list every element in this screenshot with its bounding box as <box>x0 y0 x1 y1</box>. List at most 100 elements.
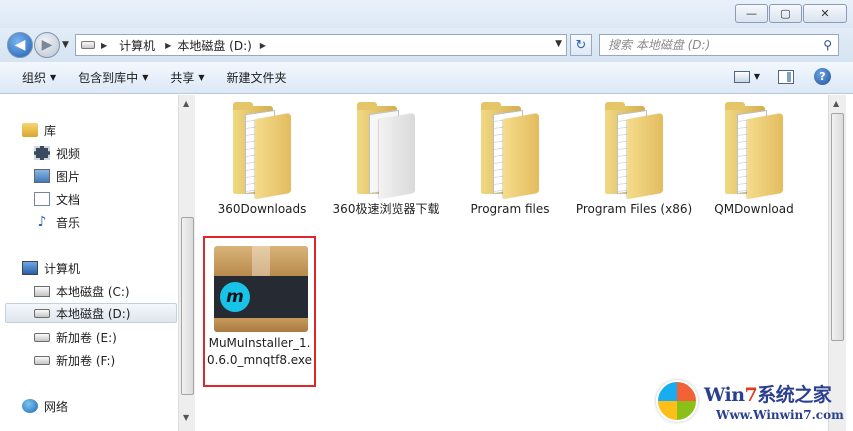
nav-label: 新加卷 (E:) <box>56 330 117 345</box>
folder-icon <box>357 102 415 200</box>
nav-label: 文档 <box>56 192 81 207</box>
breadcrumb-arrow-icon[interactable]: ▶ <box>260 41 266 50</box>
scroll-up-icon[interactable]: ▲ <box>183 99 189 108</box>
breadcrumb-label: 本地磁盘 (D:) <box>177 38 252 53</box>
folder-icon <box>233 102 291 200</box>
folder-icon <box>481 102 539 200</box>
search-box[interactable]: ⚲ <box>599 34 839 56</box>
folder-item[interactable]: Program Files (x86) <box>572 102 696 218</box>
folder-item[interactable]: 360极速浏览器下载 <box>326 102 446 218</box>
file-name: QMDownload <box>714 202 794 216</box>
folder-icon <box>725 102 783 200</box>
help-icon[interactable]: ? <box>814 68 831 85</box>
close-button[interactable]: ✕ <box>803 4 847 23</box>
nav-item-drive-f[interactable]: 新加卷 (F:) <box>34 350 115 370</box>
chevron-down-icon: ▼ <box>198 73 205 82</box>
preview-pane-icon[interactable] <box>778 69 794 84</box>
folder-item[interactable]: QMDownload <box>694 102 814 218</box>
nav-label: 计算机 <box>44 261 81 276</box>
drive-icon <box>81 41 95 49</box>
file-list-scrollbar-thumb[interactable] <box>831 113 844 341</box>
drive-icon <box>34 332 50 342</box>
file-name: 360Downloads <box>217 202 307 216</box>
view-controls: ▼ ? <box>733 68 831 85</box>
file-name: Program Files (x86) <box>575 202 693 216</box>
nav-item-computer[interactable]: 计算机 <box>22 258 80 278</box>
mumu-logo-icon: m <box>220 282 250 312</box>
site-watermark: Win7系统之家 Www.Winwin7.com <box>656 378 848 428</box>
breadcrumb-root[interactable]: ▶ <box>101 41 113 50</box>
folder-item[interactable]: 360Downloads <box>202 102 322 218</box>
nav-item-drive-c[interactable]: 本地磁盘 (C:) <box>34 281 130 301</box>
nav-item-music[interactable]: ♪ 音乐 <box>34 212 80 232</box>
nav-item-libraries[interactable]: 库 <box>22 120 56 140</box>
nav-item-drive-e[interactable]: 新加卷 (E:) <box>34 327 117 347</box>
search-icon[interactable]: ⚲ <box>823 38 832 52</box>
installer-package-icon: m <box>214 246 308 332</box>
file-name: MuMuInstaller_1.0.6.0_mnqtf8.exe <box>206 336 313 367</box>
nav-label: 图片 <box>56 169 81 184</box>
library-icon <box>22 123 38 137</box>
nav-label: 本地磁盘 (D:) <box>56 306 131 321</box>
organize-label: 组织 <box>22 71 47 85</box>
scroll-up-icon[interactable]: ▲ <box>833 99 839 108</box>
nav-item-drive-d[interactable]: 本地磁盘 (D:) <box>5 303 177 323</box>
computer-icon <box>22 261 38 275</box>
watermark-brand-seven: 7 <box>744 384 758 406</box>
navigation-scrollbar-thumb[interactable] <box>181 217 194 395</box>
installer-file-item[interactable]: m MuMuInstaller_1.0.6.0_mnqtf8.exe <box>203 236 316 387</box>
minimize-button[interactable]: — <box>735 4 768 23</box>
nav-item-videos[interactable]: 视频 <box>34 143 80 163</box>
address-bar[interactable]: ▶ 计算机 ▶ 本地磁盘 (D:) ▶ ▼ <box>75 34 567 56</box>
recent-pages-dropdown-icon[interactable]: ▼ <box>62 40 69 50</box>
change-view-icon[interactable] <box>733 70 750 83</box>
nav-item-documents[interactable]: 文档 <box>34 189 80 209</box>
video-icon <box>34 146 50 160</box>
breadcrumb-arrow-icon[interactable]: ▶ <box>165 41 171 50</box>
search-input[interactable] <box>608 38 808 52</box>
file-name: Program files <box>470 202 550 216</box>
network-icon <box>22 399 38 413</box>
include-in-library-menu[interactable]: 包含到库中 ▼ <box>78 69 148 86</box>
nav-item-network[interactable]: 网络 <box>22 396 68 416</box>
windows-logo-icon <box>656 380 698 422</box>
breadcrumb-computer[interactable]: 计算机 <box>119 37 155 54</box>
nav-label: 库 <box>44 123 57 138</box>
watermark-brand: Win7系统之家 <box>704 380 832 407</box>
nav-label: 网络 <box>44 399 69 414</box>
share-label: 共享 <box>170 71 195 85</box>
share-menu[interactable]: 共享 ▼ <box>170 69 204 86</box>
new-folder-button[interactable]: 新建文件夹 <box>227 69 287 86</box>
maximize-icon: ▢ <box>780 7 791 20</box>
breadcrumb-drive-d[interactable]: ▶ 本地磁盘 (D:) <box>161 37 252 54</box>
watermark-brand-rest: 系统之家 <box>757 384 832 406</box>
back-button[interactable]: ◀ <box>7 32 33 58</box>
watermark-url: Www.Winwin7.com <box>716 408 844 422</box>
breadcrumb-end[interactable]: ▶ <box>258 41 272 50</box>
system-drive-icon <box>34 285 50 297</box>
nav-item-pictures[interactable]: 图片 <box>34 166 80 186</box>
music-note-icon: ♪ <box>37 214 47 230</box>
navigation-pane: 库 视频 图片 文档 ♪ 音乐 计算机 本地磁盘 (C:) 本地磁盘 (D:) 新… <box>0 95 178 431</box>
picture-icon <box>34 169 50 183</box>
file-name: 360极速浏览器下载 <box>332 202 440 216</box>
folder-icon <box>605 102 663 200</box>
chevron-down-icon: ▼ <box>50 73 57 82</box>
maximize-button[interactable]: ▢ <box>769 4 802 23</box>
close-icon: ✕ <box>820 7 830 20</box>
scroll-down-icon[interactable]: ▼ <box>183 413 189 422</box>
organize-menu[interactable]: 组织 ▼ <box>22 69 56 86</box>
folder-item[interactable]: Program files <box>450 102 570 218</box>
back-arrow-icon: ◀ <box>14 37 26 53</box>
document-icon <box>34 192 50 206</box>
new-folder-label: 新建文件夹 <box>226 71 287 85</box>
window-controls: — ▢ ✕ <box>734 4 847 23</box>
forward-button[interactable]: ▶ <box>34 32 60 58</box>
refresh-button[interactable]: ↻ <box>570 34 592 56</box>
view-options-dropdown-icon[interactable]: ▼ <box>754 72 760 81</box>
refresh-icon: ↻ <box>575 37 587 53</box>
navigation-scrollbar[interactable]: ▲ ▼ <box>178 95 195 431</box>
nav-label: 本地磁盘 (C:) <box>56 284 130 299</box>
breadcrumb-arrow-icon[interactable]: ▶ <box>101 41 107 50</box>
address-history-dropdown-icon[interactable]: ▼ <box>555 39 562 49</box>
